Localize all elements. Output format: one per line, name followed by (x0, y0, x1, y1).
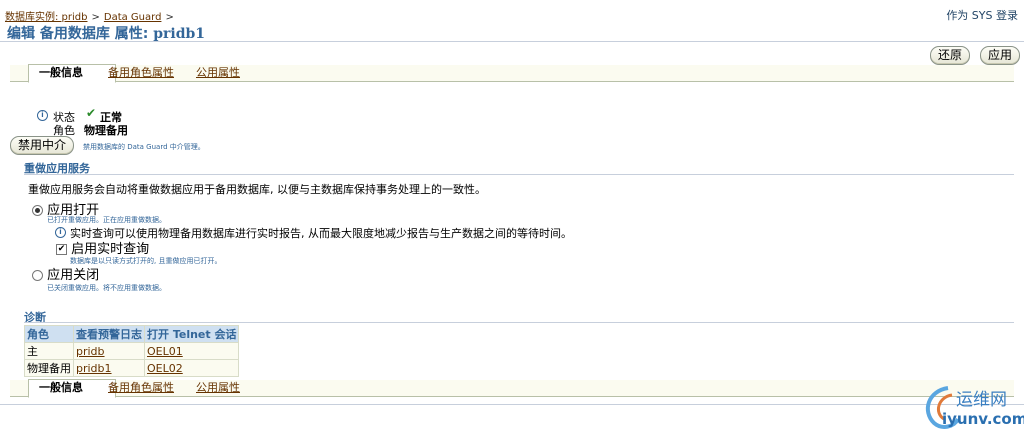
col-role: 角色 (24, 325, 74, 343)
page-title-db: pridb1 (153, 26, 206, 42)
role-value: 物理备用 (84, 124, 128, 137)
realtime-info-icon: i (55, 224, 66, 238)
tab-bar-bottom: 一般信息 备用角色属性 公用属性 (10, 379, 1014, 398)
apply-off-label: 应用关闭 (47, 268, 100, 283)
watermark-url: iyunv.com (942, 410, 1024, 428)
cell-role: 主 (24, 342, 74, 360)
redo-description: 重做应用服务会自动将重做数据应用于备用数据库, 以便与主数据库保持事务处理上的一… (28, 183, 486, 196)
breadcrumb-dataguard-link[interactable]: Data Guard (104, 12, 162, 23)
watermark-logo: 运维网 iyunv.com (918, 383, 1024, 433)
telnet-link[interactable]: OEL02 (147, 362, 183, 375)
status-info-icon: i (37, 107, 48, 121)
header-divider (0, 41, 1024, 42)
realtime-checkbox[interactable]: ✔ (56, 244, 67, 255)
diagnostics-section-divider (24, 322, 1014, 323)
login-status: 作为 SYS 登录 (946, 9, 1018, 22)
tab-standby-role-bottom[interactable]: 备用角色属性 (98, 380, 184, 396)
apply-button[interactable]: 应用 (980, 46, 1021, 65)
breadcrumb-instance-link[interactable]: 数据库实例: pridb (5, 12, 87, 23)
col-alert-log: 查看预警日志 (73, 325, 145, 343)
apply-off-note: 已关闭重做应用。将不应用重做数据。 (47, 284, 166, 292)
breadcrumb-separator: > (91, 12, 100, 23)
tab-standby-role[interactable]: 备用角色属性 (98, 65, 184, 81)
footer-divider (0, 404, 1024, 405)
page-title: 编辑 备用数据库 属性: pridb1 (7, 23, 205, 43)
alert-log-link[interactable]: pridb1 (76, 362, 112, 375)
tab-common[interactable]: 公用属性 (186, 65, 250, 81)
table-row: 主 pridb OEL01 (24, 342, 240, 360)
apply-off-option[interactable]: 应用关闭 (32, 264, 99, 283)
tab-common-bottom[interactable]: 公用属性 (186, 380, 250, 396)
cell-role: 物理备用 (24, 359, 74, 377)
revert-button[interactable]: 还原 (930, 46, 971, 65)
disable-broker-button[interactable]: 禁用中介 (10, 136, 75, 155)
apply-off-radio[interactable] (32, 270, 43, 281)
realtime-label: 启用实时查询 (71, 242, 150, 257)
watermark-text: 运维网 (956, 390, 1007, 410)
telnet-link[interactable]: OEL01 (147, 345, 183, 358)
tab-bar-top: 一般信息 备用角色属性 公用属性 (10, 64, 1014, 83)
breadcrumb-separator: > (165, 12, 174, 23)
col-telnet: 打开 Telnet 会话 (143, 325, 240, 343)
alert-log-link[interactable]: pridb (76, 345, 105, 358)
broker-note: 禁用数据库的 Data Guard 中介管理。 (83, 143, 205, 151)
realtime-option[interactable]: ✔ 启用实时查询 (56, 238, 149, 257)
redo-section-divider (24, 174, 1014, 175)
apply-on-radio[interactable] (32, 205, 43, 216)
table-header-row: 角色 查看预警日志 打开 Telnet 会话 (24, 325, 240, 343)
table-row: 物理备用 pridb1 OEL02 (24, 359, 240, 377)
check-icon: ✔ (86, 106, 97, 120)
page-title-prefix: 编辑 备用数据库 属性: (7, 26, 149, 42)
breadcrumb: 数据库实例: pridb > Data Guard > (5, 8, 178, 23)
diagnostics-table: 角色 查看预警日志 打开 Telnet 会话 主 pridb OEL01 物理备… (24, 325, 240, 377)
